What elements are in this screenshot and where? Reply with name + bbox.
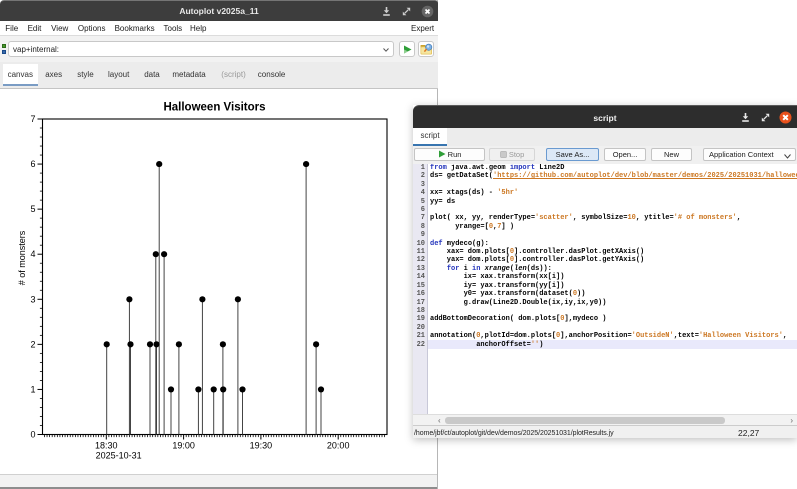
svg-text:18:30: 18:30 — [95, 441, 118, 451]
svg-text:5: 5 — [30, 204, 35, 214]
svg-text:19:00: 19:00 — [172, 441, 195, 451]
svg-text:# of monsters: # of monsters — [17, 230, 27, 285]
svg-text:3: 3 — [30, 294, 35, 304]
svg-text:6: 6 — [30, 159, 35, 169]
svg-text:2: 2 — [30, 339, 35, 349]
svg-text:Halloween Visitors: Halloween Visitors — [163, 102, 265, 114]
svg-text:4: 4 — [30, 249, 35, 259]
svg-text:20:00: 20:00 — [327, 441, 350, 451]
svg-text:2025-10-31: 2025-10-31 — [96, 451, 142, 461]
svg-text:7: 7 — [30, 114, 35, 124]
svg-text:1: 1 — [30, 384, 35, 394]
svg-text:19:30: 19:30 — [250, 441, 273, 451]
svg-text:0: 0 — [30, 430, 35, 440]
